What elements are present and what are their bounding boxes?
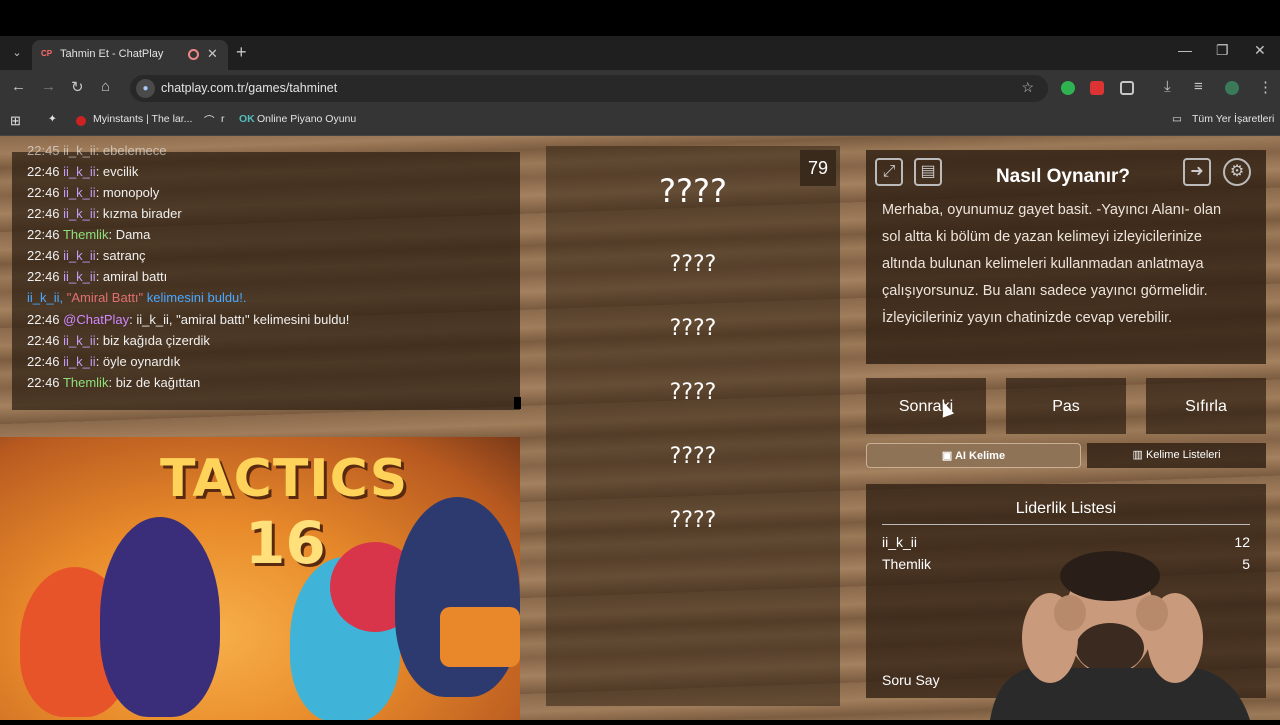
- streamer-silhouette: [990, 551, 1250, 720]
- tab-ai-word[interactable]: ▣ AI Kelime: [866, 443, 1081, 468]
- chat-line: 22:46 ii_k_ii: amiral battı: [27, 269, 168, 284]
- home-icon[interactable]: ⌂: [101, 78, 110, 95]
- bookmark-r-icon: ⌒: [204, 115, 215, 127]
- apps-grid-icon[interactable]: ⊞: [10, 113, 21, 129]
- mic-icon[interactable]: ●: [136, 79, 155, 98]
- game-title-text: TACTICS: [160, 449, 409, 509]
- tab-close-icon[interactable]: ✕: [207, 46, 218, 62]
- bookmark-myinstants[interactable]: Myinstants | The lar...: [93, 113, 192, 125]
- piano-favicon-icon: OK: [239, 113, 255, 125]
- chat-line: 22:46 @ChatPlay: ii_k_ii, "amiral battı"…: [27, 312, 350, 327]
- reload-icon[interactable]: ↻: [71, 78, 84, 96]
- extension-icon[interactable]: [1090, 81, 1104, 95]
- bookmark-favicon-icon[interactable]: ✦: [48, 113, 57, 125]
- gunner-character: [395, 497, 520, 697]
- main-word: ????: [659, 172, 727, 210]
- reset-button[interactable]: Sıfırla: [1146, 378, 1266, 434]
- profile-avatar[interactable]: [1225, 81, 1239, 95]
- chat-line: 22:46 ii_k_ii: kızma birader: [27, 206, 182, 221]
- all-bookmarks-link[interactable]: Tüm Yer İşaretleri: [1192, 113, 1274, 125]
- myinstants-favicon-icon: [76, 116, 86, 126]
- chat-line: 22:46 ii_k_ii: monopoly: [27, 185, 160, 200]
- bookmark-r[interactable]: r: [221, 113, 225, 125]
- new-tab-button[interactable]: +: [236, 42, 247, 63]
- media-controls-icon[interactable]: ≡: [1194, 78, 1203, 95]
- chat-line-partial: 22:45 ii_k_ii: ebelemece: [27, 143, 167, 158]
- folder-icon: ▭: [1172, 113, 1182, 125]
- chat-line: 22:46 ii_k_ii: evcilik: [27, 164, 139, 179]
- next-button[interactable]: Sonraki: [866, 378, 986, 434]
- browser-tab[interactable]: CP Tahmin Et - ChatPlay ✕: [32, 40, 228, 70]
- words-panel: [546, 146, 840, 706]
- taboo-word: ????: [669, 508, 717, 533]
- omnibox[interactable]: ● chatplay.com.tr/games/tahminet ☆: [130, 75, 1048, 102]
- how-to-play-title: Nasıl Oynanır?: [995, 166, 1131, 187]
- minimize-icon[interactable]: —: [1178, 42, 1192, 58]
- bookmark-online-piyano[interactable]: Online Piyano Oyunu: [257, 113, 356, 125]
- address-bar-row: ← → ↻ ⌂ ● chatplay.com.tr/games/tahminet…: [0, 70, 1280, 106]
- webcam-overlay: [930, 548, 1280, 720]
- screen-top-bar: [0, 0, 1280, 36]
- chat-line: 22:46 Themlik: Dama: [27, 227, 151, 242]
- taboo-word: ????: [669, 252, 717, 277]
- taboo-word: ????: [669, 316, 717, 341]
- chatplay-favicon-icon: CP: [41, 49, 53, 58]
- tab-search-dropdown-icon[interactable]: ⌄: [8, 44, 26, 62]
- list-icon: ▥: [1132, 449, 1143, 461]
- recording-indicator-icon: [188, 49, 199, 60]
- hooded-archer-character: [100, 517, 220, 717]
- browser-tab-strip: ⌄ CP Tahmin Et - ChatPlay ✕ + — ❐ ✕: [0, 36, 1280, 70]
- game-art-image: TACTICS 16: [0, 437, 520, 720]
- pass-button[interactable]: Pas: [1006, 378, 1126, 434]
- window-close-icon[interactable]: ✕: [1254, 42, 1266, 59]
- chat-line: 22:46 ii_k_ii: öyle oynardık: [27, 354, 181, 369]
- leaderboard-title: Liderlik Listesi: [882, 500, 1250, 525]
- url-text[interactable]: chatplay.com.tr/games/tahminet: [161, 81, 337, 95]
- bookmarks-bar: ⊞ ✦ Myinstants | The lar... ⌒ r OK Onlin…: [0, 106, 1280, 136]
- browser-menu-icon[interactable]: ⋮: [1258, 78, 1273, 96]
- tab-title: Tahmin Et - ChatPlay: [60, 48, 164, 60]
- taboo-word: ????: [669, 380, 717, 405]
- extensions-puzzle-icon[interactable]: [1120, 81, 1134, 95]
- forward-icon[interactable]: →: [41, 78, 56, 95]
- taboo-word: ????: [669, 444, 717, 469]
- cannon-prop: [440, 607, 520, 667]
- back-icon[interactable]: ←: [11, 78, 26, 95]
- bookmark-star-icon[interactable]: ☆: [1021, 79, 1034, 96]
- tab-word-lists[interactable]: ▥ Kelime Listeleri: [1087, 443, 1266, 468]
- maximize-icon[interactable]: ❐: [1216, 42, 1229, 59]
- chat-line: 22:46 ii_k_ii: satranç: [27, 248, 146, 263]
- robot-icon: ▣: [941, 450, 953, 462]
- game-set-number: 16: [245, 509, 326, 577]
- chat-line: 22:46 ii_k_ii: biz kağıda çizerdik: [27, 333, 210, 348]
- extension-icon[interactable]: [1061, 81, 1075, 95]
- chat-scroll-marker[interactable]: [514, 397, 521, 409]
- how-to-play-text: Merhaba, oyunumuz gayet basit. -Yayıncı …: [882, 202, 1222, 326]
- chat-notice-line: ii_k_ii, "Amiral Battı" kelimesini buldu…: [27, 290, 247, 305]
- download-icon[interactable]: ⤓: [1164, 78, 1171, 95]
- chat-line: 22:46 Themlik: biz de kağıttan: [27, 375, 201, 390]
